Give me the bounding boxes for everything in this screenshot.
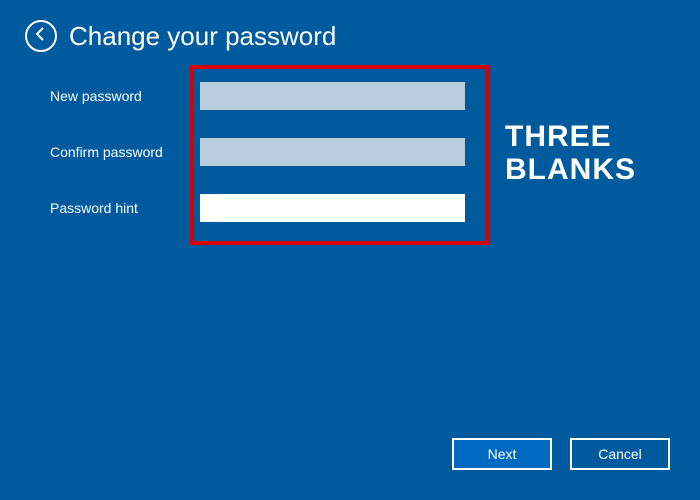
- new-password-label: New password: [50, 88, 200, 104]
- next-button[interactable]: Next: [452, 438, 552, 470]
- password-hint-row: Password hint: [50, 194, 650, 222]
- back-arrow-icon: [33, 26, 49, 47]
- header: Change your password: [0, 0, 700, 62]
- confirm-password-input[interactable]: [200, 138, 465, 166]
- new-password-row: New password: [50, 82, 650, 110]
- page-title: Change your password: [69, 21, 336, 52]
- confirm-password-label: Confirm password: [50, 144, 200, 160]
- password-hint-input[interactable]: [200, 194, 465, 222]
- button-bar: Next Cancel: [452, 438, 670, 470]
- new-password-input[interactable]: [200, 82, 465, 110]
- annotation-text: THREE BLANKS: [505, 120, 700, 186]
- back-button[interactable]: [25, 20, 57, 52]
- password-hint-label: Password hint: [50, 200, 200, 216]
- cancel-button[interactable]: Cancel: [570, 438, 670, 470]
